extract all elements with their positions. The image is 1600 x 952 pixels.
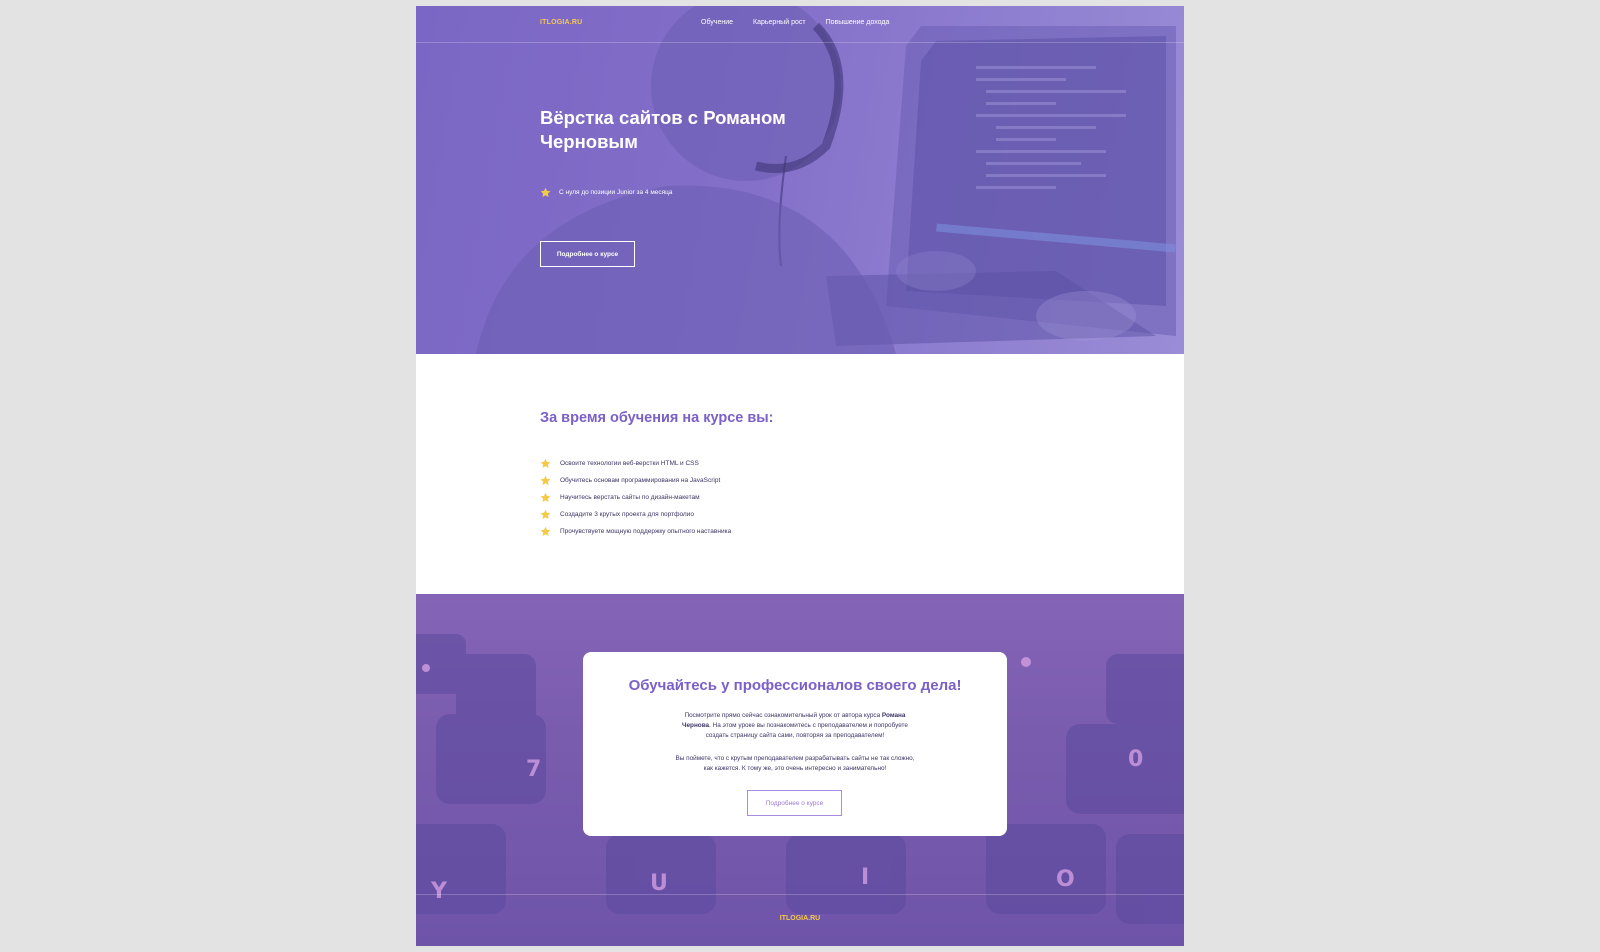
footer-logo[interactable]: ITLOGIA.RU: [416, 915, 1184, 922]
promo-paragraph-1: Посмотрите прямо сейчас ознакомительный …: [671, 711, 919, 741]
benefit-text: Научитесь верстать сайты по дизайн-макет…: [560, 494, 700, 501]
hero-section: ITLOGIA.RU Обучение Карьерный рост Повыш…: [416, 6, 1184, 354]
svg-text:0: 0: [1128, 747, 1143, 772]
list-item: Прочувствуете мощную поддержку опытного …: [540, 523, 731, 540]
promo-paragraph-1-text: Посмотрите прямо сейчас ознакомительный …: [684, 712, 882, 719]
star-icon: [540, 187, 551, 197]
promo-paragraph-1-rest: . На этом уроке вы познакомитесь с препо…: [705, 722, 908, 739]
hero-highlight: С нуля до позиции Junior за 4 месяца: [540, 187, 673, 198]
star-icon: [540, 475, 551, 485]
site-logo[interactable]: ITLOGIA.RU: [540, 19, 582, 26]
hero-course-details-button[interactable]: Подробнее о курсе: [540, 241, 635, 267]
footer: ITLOGIA.RU: [416, 894, 1184, 946]
svg-text:7: 7: [526, 757, 541, 782]
star-icon: [540, 492, 551, 502]
promo-section: 7 0 Y U I O Обучайтесь у профессионалов …: [416, 594, 1184, 946]
hero-title: Вёрстка сайтов с Романом Черновым: [540, 107, 786, 152]
svg-text:O: O: [1056, 867, 1075, 892]
benefit-text: Прочувствуете мощную поддержку опытного …: [560, 528, 732, 535]
star-icon: [540, 458, 551, 468]
list-item: Обучитесь основам программирования на Ja…: [540, 472, 731, 489]
list-item: Освоите технологии веб-верстки HTML и CS…: [540, 455, 731, 472]
benefits-list: Освоите технологии веб-верстки HTML и CS…: [540, 455, 731, 540]
benefit-text: Создадите 3 крутых проекта для портфолио: [560, 511, 694, 518]
benefits-section: За время обучения на курсе вы: Освоите т…: [416, 354, 1184, 594]
nav-link-career-growth[interactable]: Карьерный рост: [753, 19, 806, 26]
star-icon: [540, 526, 551, 536]
benefits-title: За время обучения на курсе вы:: [540, 410, 774, 426]
hero-background-photo: [476, 6, 1176, 354]
main-nav: Обучение Карьерный рост Повышение дохода: [701, 19, 909, 26]
list-item: Научитесь верстать сайты по дизайн-макет…: [540, 489, 731, 506]
list-item: Создадите 3 крутых проекта для портфолио: [540, 506, 731, 523]
star-icon: [540, 509, 551, 519]
promo-title: Обучайтесь у профессионалов своего дела!: [628, 677, 962, 694]
promo-paragraph-2: Вы поймете, что с крутым преподавателем …: [675, 755, 915, 772]
benefit-text: Освоите технологии веб-верстки HTML и CS…: [560, 460, 699, 467]
benefit-text: Обучитесь основам программирования на Ja…: [560, 477, 721, 484]
svg-text:U: U: [650, 871, 668, 896]
nav-link-learning[interactable]: Обучение: [701, 19, 733, 26]
promo-course-details-button[interactable]: Подробнее о курсе: [747, 790, 842, 816]
hero-highlight-text: С нуля до позиции Junior за 4 месяца: [559, 189, 673, 196]
nav-link-income-growth[interactable]: Повышение дохода: [826, 19, 890, 26]
promo-card: Обучайтесь у профессионалов своего дела!…: [583, 652, 1007, 836]
top-navigation-bar: ITLOGIA.RU Обучение Карьерный рост Повыш…: [416, 6, 1184, 43]
landing-page: ITLOGIA.RU Обучение Карьерный рост Повыш…: [416, 6, 1184, 946]
svg-text:I: I: [861, 865, 869, 890]
